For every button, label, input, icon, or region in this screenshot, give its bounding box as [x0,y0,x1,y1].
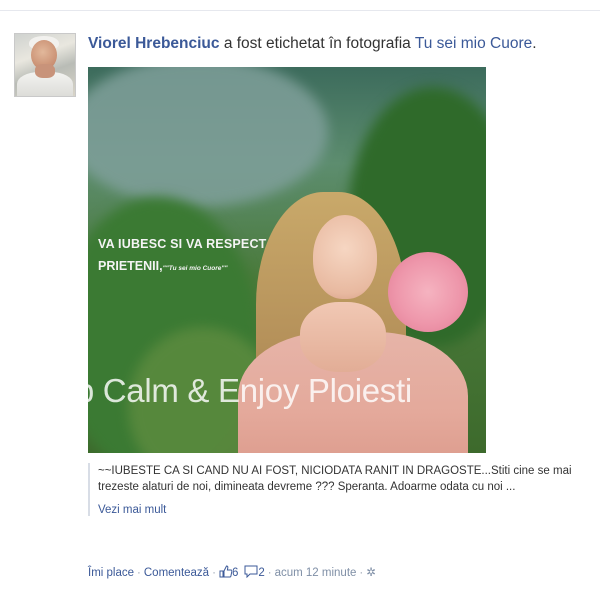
separator-dot: · [359,567,364,579]
separator-dot: · [212,567,216,579]
story-headline: Viorel Hrebenciuc a fost etichetat în fo… [88,34,593,54]
action-text: a fost etichetat în fotografia [219,35,415,52]
avatar[interactable] [14,33,76,97]
top-divider [0,10,600,11]
comment-icon[interactable] [244,565,258,581]
actor-name-link[interactable]: Viorel Hrebenciuc [88,35,220,52]
photo-overlay-friends: PRIETENII, [98,259,163,273]
watermark-text: Keep Calm & Enjoy Ploiesti [18,372,412,409]
separator-dot: · [267,567,272,579]
photo-figure-face [313,215,377,299]
caption-text: ~~IUBESTE CA SI CAND NU AI FOST, NICIODA… [98,465,572,493]
separator-dot: · [137,567,141,579]
photo-caption: ~~IUBESTE CA SI CAND NU AI FOST, NICIODA… [88,463,598,516]
timestamp[interactable]: acum 12 minute [275,567,357,579]
photo-overlay-line1: VA IUBESC SI VA RESPECT [98,237,267,251]
comment-count[interactable]: 2 [258,567,264,579]
photo-figure-arms [300,302,386,372]
photo-overlay-line2: PRIETENII,""Tu sei mio Cuore"" [98,259,228,273]
comment-link[interactable]: Comentează [144,567,209,579]
avatar-hand [35,64,55,78]
photo-flower [388,252,468,332]
action-bar: Îmi place · Comentează · 6 2 · acum 12 minute · ✲ [88,565,376,581]
photo-title-link[interactable]: Tu sei mio Cuore [415,35,532,52]
photo-overlay-signature: ""Tu sei mio Cuore"" [162,265,228,272]
see-more-link[interactable]: Vezi mai mult [98,504,598,516]
like-link[interactable]: Îmi place [88,567,134,579]
gear-icon[interactable]: ✲ [366,567,376,579]
headline-period: . [532,35,537,52]
like-count[interactable]: 6 [232,567,238,579]
thumbs-up-icon[interactable] [219,565,233,581]
photo-bg-rocks [88,67,328,207]
